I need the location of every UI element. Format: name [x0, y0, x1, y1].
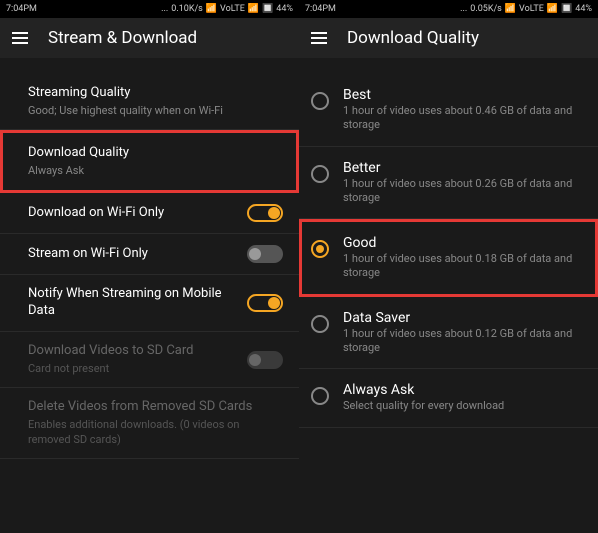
radio-icon-selected: [311, 240, 329, 258]
quality-option-good[interactable]: Good 1 hour of video uses about 0.18 GB …: [299, 219, 598, 297]
radio-icon: [311, 165, 329, 183]
status-battery: 44%: [575, 4, 592, 14]
radio-icon: [311, 387, 329, 405]
status-battery: 44%: [276, 4, 293, 14]
setting-notify-streaming[interactable]: Notify When Streaming on Mobile Data: [0, 275, 299, 332]
status-speed: 0.05K/s: [470, 4, 502, 14]
setting-title: Delete Videos from Removed SD Cards: [28, 399, 283, 416]
option-title: Always Ask: [343, 382, 586, 398]
toggle-notify-streaming[interactable]: [247, 294, 283, 312]
setting-subtitle: Good; Use highest quality when on Wi-Fi: [28, 104, 283, 118]
status-network: VoLTE: [519, 4, 544, 14]
setting-title: Download Quality: [28, 145, 280, 162]
setting-download-wifi-only[interactable]: Download on Wi-Fi Only: [0, 193, 299, 234]
status-time: 7:04PM: [6, 4, 37, 14]
setting-title: Download Videos to SD Card: [28, 343, 239, 360]
option-subtitle: Select quality for every download: [343, 399, 586, 413]
quality-option-always-ask[interactable]: Always Ask Select quality for every down…: [299, 369, 598, 427]
option-subtitle: 1 hour of video uses about 0.26 GB of da…: [343, 177, 586, 206]
hamburger-icon[interactable]: [311, 32, 327, 44]
toggle-download-wifi[interactable]: [247, 204, 283, 222]
signal-icon: 📶: [206, 4, 217, 14]
toggle-download-sd: [247, 351, 283, 369]
app-header-left: Stream & Download: [0, 18, 299, 58]
quality-option-better[interactable]: Better 1 hour of video uses about 0.26 G…: [299, 147, 598, 220]
app-header-right: Download Quality: [299, 18, 598, 58]
radio-icon: [311, 92, 329, 110]
setting-subtitle: Card not present: [28, 362, 239, 376]
setting-stream-wifi-only[interactable]: Stream on Wi-Fi Only: [0, 234, 299, 275]
left-screen: 7:04PM ... 0.10K/s 📶 VoLTE 📶 🔲 44% Strea…: [0, 0, 299, 533]
status-time: 7:04PM: [305, 4, 336, 14]
page-title: Stream & Download: [48, 28, 197, 48]
setting-download-sd: Download Videos to SD Card Card not pres…: [0, 332, 299, 388]
status-speed: 0.10K/s: [171, 4, 203, 14]
signal-icon: 📶: [505, 4, 516, 14]
signal-icon: 📶: [547, 4, 558, 14]
quality-option-data-saver[interactable]: Data Saver 1 hour of video uses about 0.…: [299, 297, 598, 370]
setting-title: Notify When Streaming on Mobile Data: [28, 286, 239, 320]
setting-title: Streaming Quality: [28, 85, 283, 102]
setting-title: Stream on Wi-Fi Only: [28, 246, 239, 263]
status-dots: ...: [161, 4, 168, 14]
right-screen: 7:04PM ... 0.05K/s 📶 VoLTE 📶 🔲 44% Downl…: [299, 0, 598, 533]
battery-icon: 🔲: [262, 4, 273, 14]
status-bar-left: 7:04PM ... 0.10K/s 📶 VoLTE 📶 🔲 44%: [0, 0, 299, 18]
hamburger-icon[interactable]: [12, 32, 28, 44]
option-subtitle: 1 hour of video uses about 0.46 GB of da…: [343, 104, 586, 133]
status-dots: ...: [460, 4, 467, 14]
option-subtitle: 1 hour of video uses about 0.18 GB of da…: [343, 252, 586, 281]
settings-list: Streaming Quality Good; Use highest qual…: [0, 58, 299, 533]
setting-subtitle: Enables additional downloads. (0 videos …: [28, 418, 283, 447]
option-title: Best: [343, 87, 586, 103]
option-title: Data Saver: [343, 310, 586, 326]
setting-delete-sd-videos: Delete Videos from Removed SD Cards Enab…: [0, 388, 299, 458]
status-network: VoLTE: [220, 4, 245, 14]
battery-icon: 🔲: [561, 4, 572, 14]
option-title: Better: [343, 160, 586, 176]
status-bar-right: 7:04PM ... 0.05K/s 📶 VoLTE 📶 🔲 44%: [299, 0, 598, 18]
toggle-stream-wifi[interactable]: [247, 245, 283, 263]
setting-download-quality[interactable]: Download Quality Always Ask: [0, 130, 299, 193]
setting-subtitle: Always Ask: [28, 164, 280, 178]
option-subtitle: 1 hour of video uses about 0.12 GB of da…: [343, 327, 586, 356]
radio-icon: [311, 315, 329, 333]
signal-icon: 📶: [248, 4, 259, 14]
setting-streaming-quality[interactable]: Streaming Quality Good; Use highest qual…: [0, 74, 299, 130]
page-title: Download Quality: [347, 28, 479, 48]
quality-options: Best 1 hour of video uses about 0.46 GB …: [299, 58, 598, 533]
option-title: Good: [343, 235, 586, 251]
setting-title: Download on Wi-Fi Only: [28, 205, 239, 222]
quality-option-best[interactable]: Best 1 hour of video uses about 0.46 GB …: [299, 74, 598, 147]
